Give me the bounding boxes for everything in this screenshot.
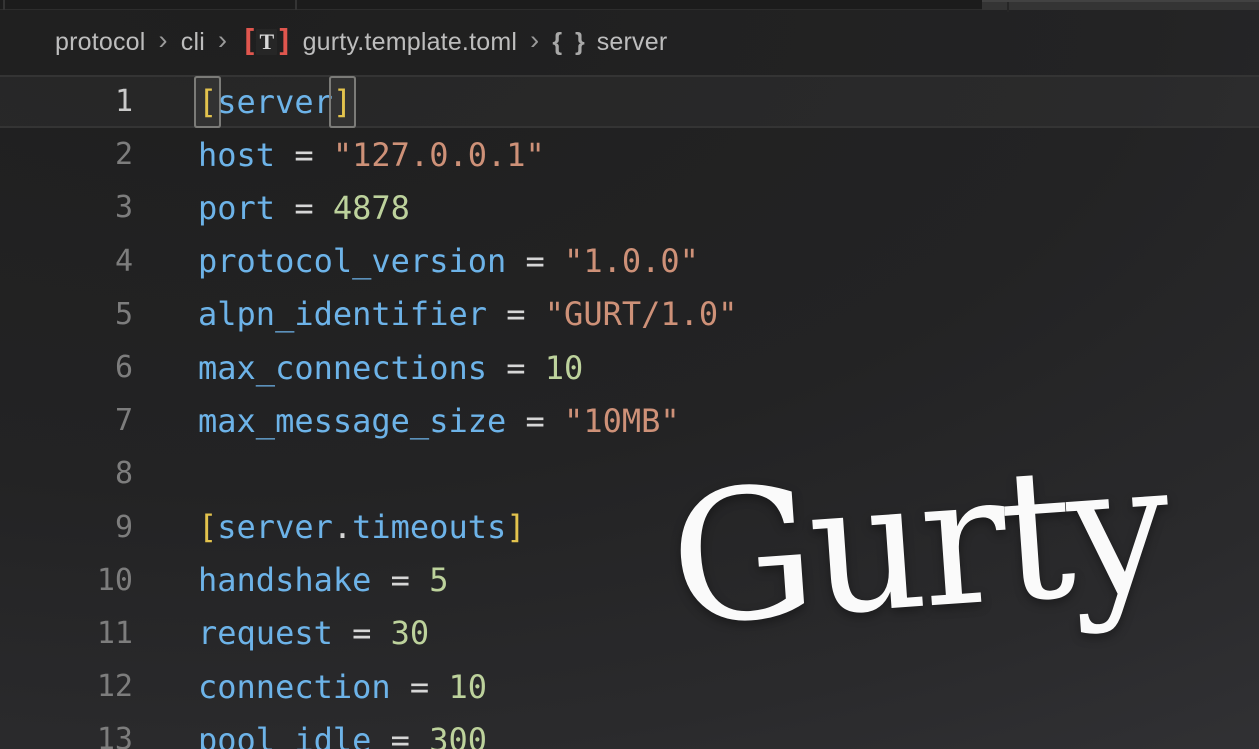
line-number: 9 (0, 510, 133, 545)
code-token-op: = (371, 721, 429, 749)
code-token-op: = (333, 614, 391, 652)
code-token-str: "1.0.0" (564, 242, 699, 280)
code-token-key: handshake (198, 561, 371, 599)
code-token-op: . (333, 508, 352, 546)
breadcrumb-label: gurty.template.toml (303, 28, 518, 57)
tab-bar-strip (0, 0, 1259, 10)
code-token-key: request (198, 614, 333, 652)
tab-divider (3, 0, 5, 10)
code-token-op: = (371, 561, 429, 599)
editor-window: protocol › cli › [ T ] gurty.template.to… (0, 0, 1259, 749)
code-token-num: 10 (545, 349, 584, 387)
code-line[interactable]: 7 max_message_size = "10MB" (0, 394, 1259, 447)
code-line-content[interactable]: request = 30 (198, 607, 1259, 660)
code-token-num: 5 (429, 561, 448, 599)
code-line-content[interactable]: handshake = 5 (198, 554, 1259, 607)
code-line[interactable]: 12 connection = 10 (0, 660, 1259, 713)
code-token-key: max_message_size (198, 402, 506, 440)
code-token-num: 10 (448, 668, 487, 706)
line-number: 4 (0, 244, 133, 279)
code-line[interactable]: 4 protocol_version = "1.0.0" (0, 235, 1259, 288)
code-token-br: ] (331, 78, 354, 126)
code-line-content[interactable] (198, 447, 1259, 500)
code-line-content[interactable]: max_connections = 10 (198, 341, 1259, 394)
code-token-br: ] (506, 508, 525, 546)
line-number: 6 (0, 350, 133, 385)
line-number: 5 (0, 297, 133, 332)
line-number: 13 (0, 722, 133, 749)
code-token-num: 4878 (333, 189, 410, 227)
scrollbar-strip[interactable] (982, 0, 1259, 10)
code-line-content[interactable]: connection = 10 (198, 660, 1259, 713)
chevron-right-icon: › (159, 25, 168, 56)
code-token-num: 300 (429, 721, 487, 749)
tab-divider (295, 0, 297, 10)
line-number: 11 (0, 616, 133, 651)
code-line[interactable]: 6 max_connections = 10 (0, 341, 1259, 394)
breadcrumb-item-symbol-server[interactable]: { } server (552, 28, 667, 57)
code-token-str: "127.0.0.1" (333, 136, 545, 174)
line-number: 3 (0, 190, 133, 225)
line-number: 2 (0, 137, 133, 172)
toml-icon-bracket: ] (275, 27, 293, 57)
code-token-key: timeouts (352, 508, 506, 546)
code-token-key: host (198, 136, 275, 174)
code-line-content[interactable]: pool_idle = 300 (198, 713, 1259, 749)
code-token-op: = (391, 668, 449, 706)
line-number: 1 (0, 84, 133, 119)
code-token-op: = (487, 349, 545, 387)
code-line[interactable]: 8 (0, 447, 1259, 500)
code-editor[interactable]: 1[server]2host = "127.0.0.1"3port = 4878… (0, 75, 1259, 749)
code-token-op: = (275, 189, 333, 227)
code-line-content[interactable]: protocol_version = "1.0.0" (198, 235, 1259, 288)
line-number: 8 (0, 456, 133, 491)
code-line[interactable]: 11 request = 30 (0, 607, 1259, 660)
breadcrumb-item-file[interactable]: [ T ] gurty.template.toml (240, 27, 517, 57)
code-token-key: server (217, 508, 333, 546)
code-token-str: "GURT/1.0" (545, 295, 738, 333)
code-token-op: = (506, 242, 564, 280)
code-token-key: connection (198, 668, 391, 706)
breadcrumb-label: cli (181, 28, 205, 57)
code-token-key: pool_idle (198, 721, 371, 749)
code-token-op: = (506, 402, 564, 440)
code-line-content[interactable]: port = 4878 (198, 181, 1259, 234)
code-line-content[interactable]: [server] (198, 77, 1259, 126)
code-token-br: [ (196, 78, 219, 126)
code-line[interactable]: 1 [server] (0, 75, 1259, 128)
code-token-br: [ (198, 508, 217, 546)
braces-symbol-icon: { } (552, 28, 587, 57)
code-line[interactable]: 10 handshake = 5 (0, 554, 1259, 607)
code-line[interactable]: 13 pool_idle = 300 (0, 713, 1259, 749)
code-token-key: protocol_version (198, 242, 506, 280)
breadcrumb-label: protocol (55, 28, 146, 57)
code-token-key: server (217, 83, 333, 121)
breadcrumb-item-protocol[interactable]: protocol (55, 28, 146, 57)
toml-file-icon: [ T ] (240, 27, 293, 57)
code-token-key: max_connections (198, 349, 487, 387)
line-number: 7 (0, 403, 133, 438)
breadcrumb: protocol › cli › [ T ] gurty.template.to… (0, 11, 1259, 73)
line-number: 10 (0, 563, 133, 598)
chevron-right-icon: › (530, 25, 539, 56)
code-line[interactable]: 9 [server.timeouts] (0, 501, 1259, 554)
code-token-op: = (275, 136, 333, 174)
code-token-num: 30 (391, 614, 430, 652)
line-number: 12 (0, 669, 133, 704)
code-line[interactable]: 5 alpn_identifier = "GURT/1.0" (0, 288, 1259, 341)
code-token-key: alpn_identifier (198, 295, 487, 333)
code-line[interactable]: 2 host = "127.0.0.1" (0, 128, 1259, 181)
code-line-content[interactable]: [server.timeouts] (198, 501, 1259, 554)
toml-icon-letter: T (256, 29, 277, 55)
breadcrumb-item-cli[interactable]: cli (181, 28, 205, 57)
code-token-op: = (487, 295, 545, 333)
breadcrumb-label: server (597, 28, 668, 57)
code-token-key: port (198, 189, 275, 227)
chevron-right-icon: › (218, 25, 227, 56)
code-token-str: "10MB" (564, 402, 680, 440)
code-line[interactable]: 3 port = 4878 (0, 181, 1259, 234)
code-line-content[interactable]: host = "127.0.0.1" (198, 128, 1259, 181)
code-line-content[interactable]: alpn_identifier = "GURT/1.0" (198, 288, 1259, 341)
code-line-content[interactable]: max_message_size = "10MB" (198, 394, 1259, 447)
